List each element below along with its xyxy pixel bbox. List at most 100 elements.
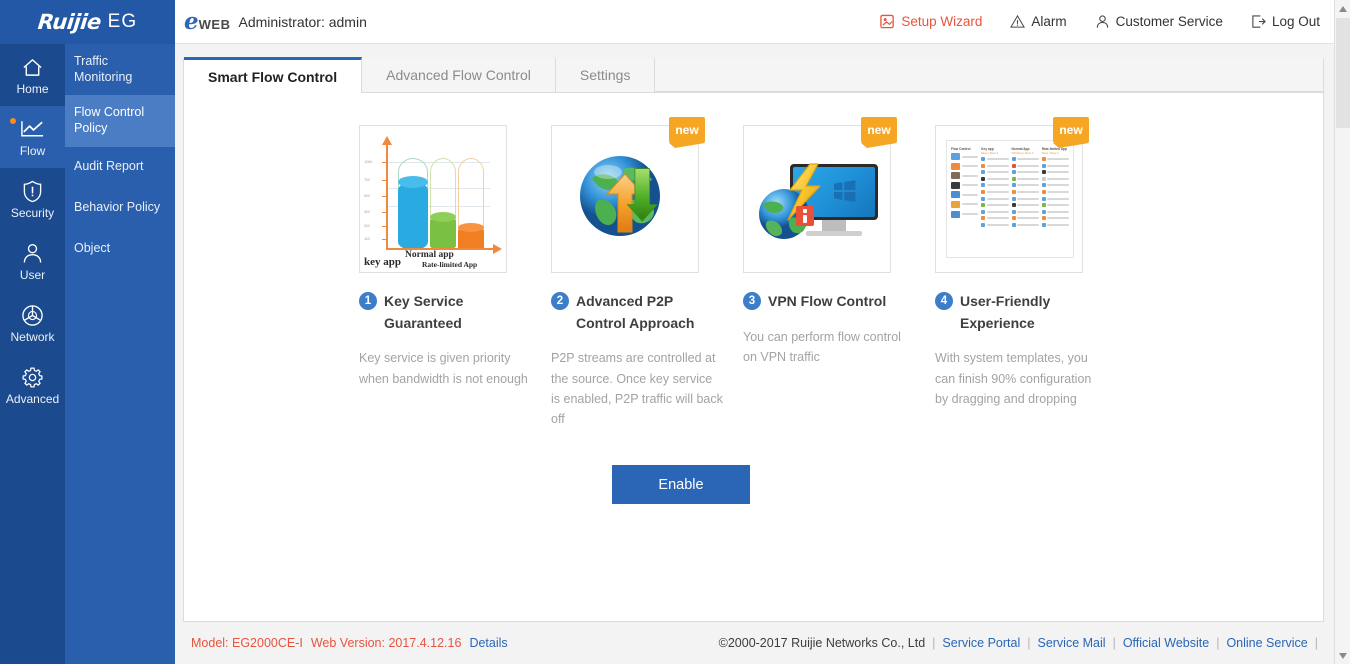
template-preview: Flow Control	[946, 140, 1074, 258]
feature-title-text: User-Friendly Experience	[960, 291, 1105, 334]
sidebar-item-home[interactable]: Home	[0, 44, 65, 106]
footer-link-online-service[interactable]: Online Service	[1226, 636, 1307, 650]
scroll-down-arrow-icon[interactable]	[1335, 647, 1350, 664]
notification-dot	[10, 118, 16, 124]
person-icon	[1095, 14, 1110, 29]
customer-service-button[interactable]: Customer Service	[1095, 14, 1223, 29]
warning-triangle-icon	[1010, 14, 1025, 29]
log-out-label: Log Out	[1272, 14, 1320, 29]
chart-line-icon	[20, 117, 45, 142]
feature-card-description: Key service is given priority when bandw…	[359, 348, 531, 389]
feature-card: 10M 7M 5M 3M 2M 1M key app Normal app Ra…	[359, 125, 551, 429]
feature-card: new Flow Control	[935, 125, 1127, 429]
feature-number-badge: 2	[551, 292, 569, 310]
sidebar-item-network[interactable]: Network	[0, 292, 65, 354]
sidebar-item-user-label: User	[20, 268, 45, 282]
sidebar-item-audit-report[interactable]: Audit Report	[65, 147, 175, 188]
logout-icon	[1251, 14, 1266, 29]
alarm-label: Alarm	[1031, 14, 1066, 29]
feature-number-badge: 3	[743, 292, 761, 310]
sidebar-item-object[interactable]: Object	[65, 229, 175, 270]
template-column-head: Normal App	[1012, 147, 1039, 151]
eweb-logo-e: e	[184, 10, 199, 33]
footer-link-service-portal[interactable]: Service Portal	[942, 636, 1020, 650]
sidebar-item-network-label: Network	[10, 330, 54, 344]
feature-card-list: 10M 7M 5M 3M 2M 1M key app Normal app Ra…	[184, 93, 1323, 429]
sidebar-item-advanced-label: Advanced	[6, 392, 59, 406]
sidebar-icon-rail: Home Flow Security	[0, 44, 65, 664]
footer-separator: |	[1216, 636, 1219, 650]
person-icon	[22, 241, 43, 266]
template-column-head: Flow Control	[951, 147, 978, 151]
footer-link-official-website[interactable]: Official Website	[1123, 636, 1209, 650]
page-scrollbar[interactable]	[1334, 0, 1350, 664]
feature-card-title: 2 Advanced P2P Control Approach	[551, 291, 721, 334]
chart-ytick-1: 7M	[364, 177, 370, 182]
chart-xlabel-rate-limited-app: Rate-limited App	[422, 260, 477, 269]
feature-card-description: You can perform flow control on VPN traf…	[743, 327, 915, 368]
template-column: Flow Control	[951, 147, 978, 251]
chart-ytick-0: 10M	[364, 159, 372, 164]
feature-card-description: P2P streams are controlled at the source…	[551, 348, 723, 429]
globe-with-arrows-graphic	[574, 148, 674, 248]
sidebar-item-flow[interactable]: Flow	[0, 106, 65, 168]
footer-details-link[interactable]: Details	[469, 636, 507, 650]
setup-wizard-label: Setup Wizard	[901, 14, 982, 29]
tab-settings[interactable]: Settings	[556, 58, 656, 92]
footer-separator: |	[1027, 636, 1030, 650]
main-panel: Smart Flow Control Advanced Flow Control…	[183, 58, 1324, 622]
sidebar-item-behavior-policy[interactable]: Behavior Policy	[65, 188, 175, 229]
new-badge: new	[861, 117, 897, 143]
alarm-button[interactable]: Alarm	[1010, 14, 1066, 29]
chart-ytick-5: 1M	[364, 236, 370, 241]
eweb-logo-web: WEB	[199, 17, 231, 32]
chart-ytick-4: 2M	[364, 223, 370, 228]
new-badge: new	[669, 117, 705, 143]
template-column-sub: Move | Move 2	[1042, 152, 1069, 155]
template-column-sub: VIP Move | Move 2	[1012, 152, 1039, 155]
sidebar-item-user[interactable]: User	[0, 230, 65, 292]
sidebar-item-security[interactable]: Security	[0, 168, 65, 230]
content-area: Smart Flow Control Advanced Flow Control…	[175, 44, 1334, 664]
scroll-up-arrow-icon[interactable]	[1335, 0, 1350, 17]
header-links: Setup Wizard Alarm	[852, 14, 1334, 29]
administrator-label: Administrator: admin	[238, 14, 366, 30]
wizard-icon	[880, 14, 895, 29]
feature-number-badge: 4	[935, 292, 953, 310]
chart-xlabel-normal-app: Normal app	[405, 250, 454, 260]
footer-separator: |	[932, 636, 935, 650]
gear-icon	[21, 365, 44, 390]
feature-card-image-wrap: new Flow Control	[935, 125, 1083, 273]
feature-card-title: 4 User-Friendly Experience	[935, 291, 1105, 334]
sidebar-item-advanced[interactable]: Advanced	[0, 354, 65, 416]
top-header-bar: e WEB Administrator: admin Setup Wizard	[175, 0, 1334, 44]
feature-card-image-wrap: 10M 7M 5M 3M 2M 1M key app Normal app Ra…	[359, 125, 507, 273]
feature-card-description: With system templates, you can finish 90…	[935, 348, 1107, 409]
tab-bar: Smart Flow Control Advanced Flow Control…	[184, 58, 1323, 93]
feature-card-title: 3 VPN Flow Control	[743, 291, 913, 313]
scrollbar-thumb[interactable]	[1336, 18, 1350, 128]
sidebar-item-traffic-monitoring[interactable]: Traffic Monitoring	[65, 44, 175, 95]
feature-title-text: VPN Flow Control	[768, 291, 886, 313]
enable-button[interactable]: Enable	[612, 465, 750, 504]
footer-right: ©2000-2017 Ruijie Networks Co., Ltd | Se…	[719, 636, 1324, 650]
sidebar-submenu: Traffic Monitoring Flow Control Policy A…	[65, 44, 175, 664]
log-out-button[interactable]: Log Out	[1251, 14, 1320, 29]
chart-xlabel-key-app: key app	[364, 256, 401, 268]
feature-card-image-wrap: new	[743, 125, 891, 273]
feature-card-title: 1 Key Service Guaranteed	[359, 291, 529, 334]
setup-wizard-button[interactable]: Setup Wizard	[880, 14, 982, 29]
template-column: Key app Move | Move 2	[981, 147, 1008, 251]
footer-link-service-mail[interactable]: Service Mail	[1037, 636, 1105, 650]
app-root: Ruijie EG e WEB Administrator: admin Set…	[0, 0, 1350, 664]
sidebar-item-flow-control-policy[interactable]: Flow Control Policy	[65, 95, 175, 146]
sidebar-item-home-label: Home	[16, 82, 48, 96]
tab-smart-flow-control[interactable]: Smart Flow Control	[184, 57, 362, 93]
new-badge: new	[1053, 117, 1089, 143]
footer-copyright: ©2000-2017 Ruijie Networks Co., Ltd	[719, 636, 926, 650]
cylinder-bar-chart-illustration: 10M 7M 5M 3M 2M 1M key app Normal app Ra…	[359, 125, 507, 273]
template-column: Normal App VIP Move | Move 2	[1012, 147, 1039, 251]
footer-separator: |	[1315, 636, 1318, 650]
feature-title-text: Advanced P2P Control Approach	[576, 291, 721, 334]
tab-advanced-flow-control[interactable]: Advanced Flow Control	[362, 58, 556, 92]
